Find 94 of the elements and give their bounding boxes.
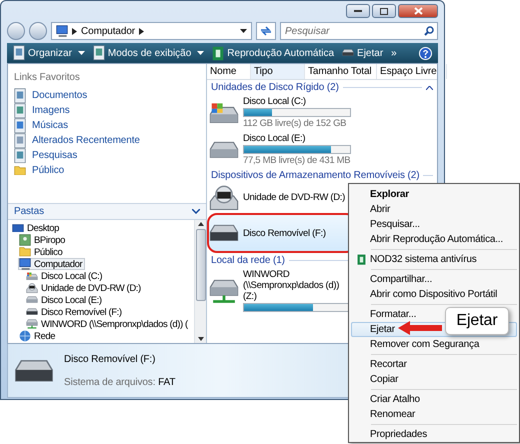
maximize-icon bbox=[380, 8, 388, 14]
desktop-icon bbox=[12, 224, 24, 232]
chevron-icon bbox=[192, 209, 200, 214]
column-header[interactable]: Espaço Livre bbox=[377, 64, 447, 79]
removable-drive-icon bbox=[26, 308, 38, 316]
details-value: FAT bbox=[158, 376, 176, 388]
user-folder-icon bbox=[19, 234, 31, 246]
breadcrumb-arrow-icon bbox=[139, 28, 144, 34]
menu-item[interactable]: Copiar bbox=[351, 372, 517, 387]
menu-item[interactable]: Criar Atalho bbox=[351, 392, 517, 407]
folder-tree-item[interactable]: Disco Removível (F:) bbox=[25, 306, 125, 318]
folder-tree-item[interactable]: BPiropo bbox=[18, 234, 68, 246]
callout-tooltip: Ejetar bbox=[445, 307, 509, 335]
removable-drive-icon bbox=[14, 358, 54, 382]
menu-item[interactable]: Propriedades bbox=[351, 427, 517, 442]
refresh-icon bbox=[260, 26, 272, 36]
recent-icon bbox=[14, 132, 26, 148]
section-title: Links Favoritos bbox=[14, 72, 81, 83]
breadcrumb-arrow-icon bbox=[72, 28, 77, 34]
search-field[interactable]: Pesquisar bbox=[280, 22, 438, 40]
folder-tree-item[interactable]: Disco Local (C:) bbox=[25, 270, 106, 282]
favorite-link[interactable]: Alterados Recentemente bbox=[14, 133, 140, 148]
drive-item[interactable]: Disco Local (E:) 77,5 MB livre(s) de 431 MB bbox=[207, 131, 359, 168]
search-icon bbox=[424, 26, 434, 36]
group-header[interactable]: Local da rede (1) bbox=[211, 255, 285, 266]
toolbar-button[interactable]: Ejetar bbox=[342, 48, 384, 58]
column-header[interactable]: Tipo bbox=[251, 64, 305, 79]
minimize-button[interactable] bbox=[346, 4, 370, 18]
computer-icon bbox=[19, 258, 31, 270]
menu-item[interactable]: NOD32 sistema antivírus bbox=[351, 252, 517, 267]
folder-tree-item[interactable]: WINWORD (\\Sempronxp\dados (d)) ( bbox=[25, 318, 191, 330]
folder-tree-item[interactable]: Público bbox=[18, 246, 66, 258]
pointer-arrow bbox=[398, 321, 442, 335]
menu-item[interactable]: Recortar bbox=[351, 357, 517, 372]
antivirus-icon bbox=[356, 254, 366, 266]
favorite-link[interactable]: Pesquisas bbox=[14, 148, 78, 163]
hard-drive-icon bbox=[26, 272, 38, 280]
scroll-down-icon[interactable] bbox=[198, 337, 204, 341]
network-drive-icon bbox=[209, 278, 239, 304]
help-icon[interactable] bbox=[419, 46, 432, 60]
dvd-drive-icon bbox=[209, 184, 239, 210]
maximize-button[interactable] bbox=[372, 4, 396, 18]
hard-drive-icon bbox=[26, 296, 38, 304]
computer-icon bbox=[56, 24, 68, 38]
back-button[interactable] bbox=[7, 22, 25, 40]
toolbar-button[interactable]: Modos de exibição bbox=[92, 45, 204, 61]
eject-icon bbox=[342, 49, 354, 57]
dvd-drive-icon bbox=[26, 282, 38, 294]
searches-icon bbox=[14, 148, 26, 164]
group-header[interactable]: Dispositivos de Armazenamento Removíveis (2) bbox=[211, 170, 420, 181]
drive-item[interactable]: Disco Local (C:) 112 GB livre(s) de 152 GB bbox=[207, 94, 359, 131]
more-button[interactable]: » bbox=[391, 48, 397, 58]
close-button[interactable] bbox=[398, 4, 438, 18]
drive-item[interactable]: Unidade de DVD-RW (D:) bbox=[207, 182, 353, 213]
details-label: Sistema de arquivos: bbox=[64, 376, 156, 388]
toolbar-button[interactable]: Reprodução Automática bbox=[212, 46, 334, 60]
details-title: Disco Removível (F:) bbox=[64, 354, 156, 364]
close-icon bbox=[414, 7, 422, 15]
removable-drive-icon bbox=[209, 224, 239, 242]
dropdown-arrow-icon[interactable] bbox=[240, 29, 247, 33]
network-drive-icon bbox=[26, 319, 38, 329]
menu-item[interactable]: Remover com Segurança bbox=[351, 337, 517, 352]
folder-tree-item[interactable]: Disco Local (E:) bbox=[25, 294, 105, 306]
network-icon bbox=[19, 330, 31, 342]
folder-tree-item[interactable]: Computador bbox=[18, 258, 86, 270]
favorite-link[interactable]: Músicas bbox=[14, 118, 68, 133]
menu-item[interactable]: Explorar bbox=[351, 187, 517, 202]
folder-icon bbox=[14, 166, 26, 176]
documents-icon bbox=[14, 88, 26, 104]
favorite-link[interactable]: Documentos bbox=[14, 88, 88, 103]
group-header[interactable]: Unidades de Disco Rígido (2) bbox=[211, 82, 339, 93]
minimize-icon bbox=[354, 10, 362, 12]
favorite-link[interactable]: Imagens bbox=[14, 103, 70, 118]
folder-tree-item[interactable]: Rede bbox=[18, 330, 58, 342]
collapse-icon[interactable] bbox=[426, 86, 433, 90]
hard-drive-icon bbox=[209, 102, 239, 124]
column-header[interactable]: Tamanho Total bbox=[305, 64, 377, 79]
scrollbar[interactable] bbox=[194, 220, 206, 343]
scroll-up-icon[interactable] bbox=[198, 222, 204, 226]
music-icon bbox=[14, 118, 26, 134]
folder-tree-item[interactable]: Desktop bbox=[11, 222, 62, 234]
hard-drive-icon bbox=[209, 140, 239, 158]
dropdown-arrow-icon bbox=[78, 51, 85, 55]
menu-item[interactable]: Renomear bbox=[351, 407, 517, 422]
toolbar-button[interactable]: Organizar bbox=[13, 45, 85, 61]
refresh-button[interactable] bbox=[256, 22, 276, 40]
forward-button[interactable] bbox=[29, 22, 47, 40]
pictures-icon bbox=[14, 102, 26, 118]
dropdown-arrow-icon bbox=[197, 51, 204, 55]
folder-tree-item[interactable]: Unidade de DVD-RW (D:) bbox=[25, 282, 144, 294]
folders-header[interactable]: Pastas bbox=[8, 203, 206, 220]
address-bar[interactable]: Computador bbox=[51, 22, 252, 40]
favorite-link[interactable]: Público bbox=[14, 163, 64, 178]
breadcrumb-item[interactable]: Computador bbox=[81, 26, 136, 36]
